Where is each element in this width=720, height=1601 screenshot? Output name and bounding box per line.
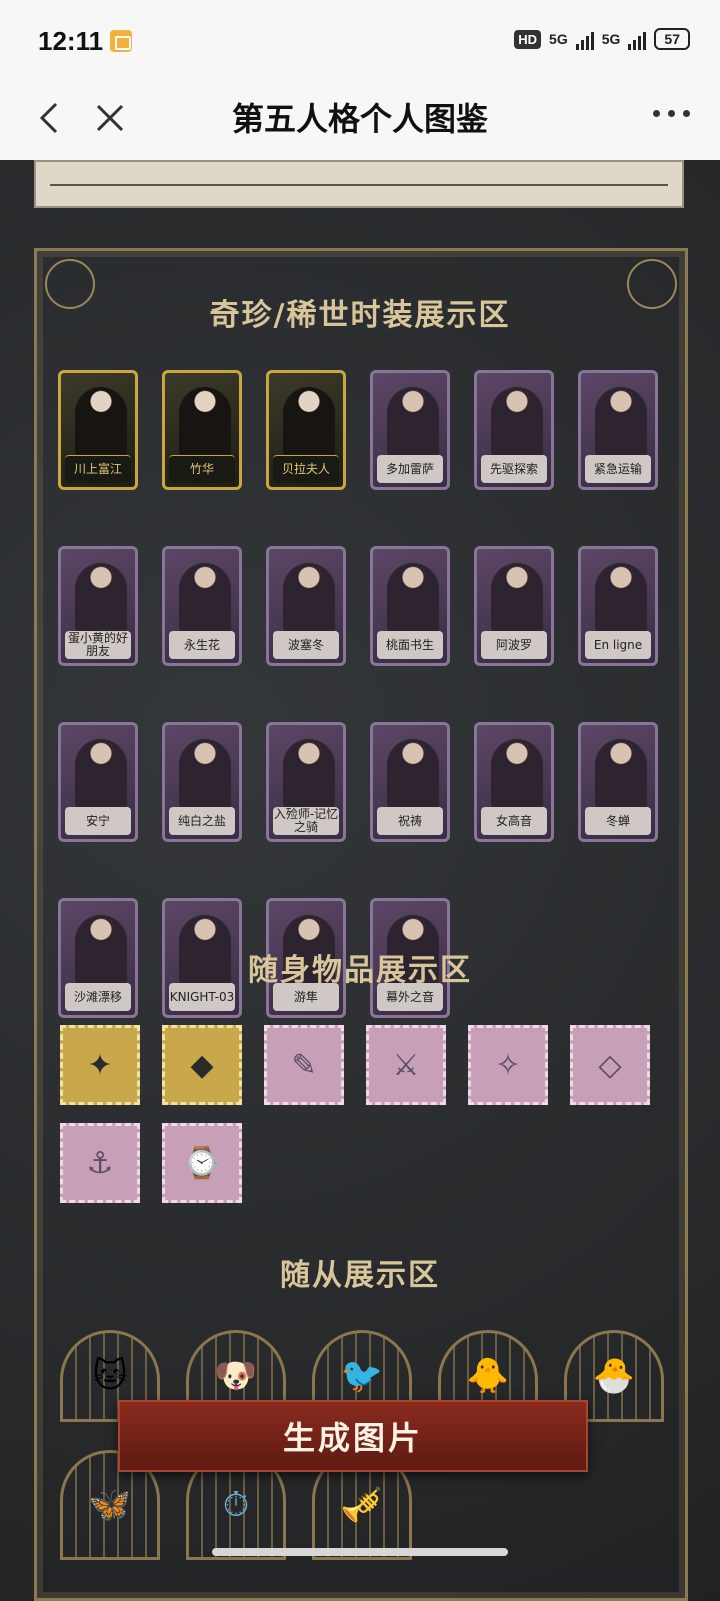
accessory-stamp-icon[interactable]: ⚔ (366, 1025, 446, 1105)
more-menu-icon[interactable] (653, 110, 690, 117)
costume-portrait (595, 563, 647, 635)
page-title: 第五人格个人图鉴 (231, 100, 488, 138)
costume-portrait (491, 739, 543, 811)
costume-name-label: 先驱探索 (481, 455, 547, 483)
costume-card[interactable]: 女高音 (474, 722, 554, 842)
costume-card[interactable]: 竹华 (162, 370, 242, 490)
accessory-stamp-icon[interactable]: ◆ (162, 1025, 242, 1105)
costume-portrait (75, 739, 127, 811)
costume-portrait (387, 563, 439, 635)
costume-grid: 川上富江 竹华 贝拉夫人 多加雷萨 先驱探索 紧急运输蛋小黄的好朋友 永生花 波塞冬 桃面书生 阿… (58, 370, 658, 1018)
items-grid: ✦ ◆ ✎ ⚔ ✧ ◇ ⚓ ⌚ (60, 1025, 650, 1203)
costume-portrait (179, 387, 231, 459)
home-indicator[interactable] (212, 1548, 508, 1556)
costume-portrait (75, 563, 127, 635)
costume-portrait (595, 739, 647, 811)
costume-card[interactable]: 阿波罗 (474, 546, 554, 666)
costume-card[interactable]: 冬蝉 (578, 722, 658, 842)
costume-card[interactable]: 先驱探索 (474, 370, 554, 490)
costume-card[interactable]: 紧急运输 (578, 370, 658, 490)
costume-name-label: 竹华 (169, 455, 235, 483)
costume-card[interactable]: 纯白之盐 (162, 722, 242, 842)
costume-card[interactable]: En ligne (578, 546, 658, 666)
generate-image-button[interactable]: 生成图片 (118, 1400, 588, 1472)
accessory-stamp-icon[interactable]: ✦ (60, 1025, 140, 1105)
accessory-stamp-icon[interactable]: ✧ (468, 1025, 548, 1105)
costume-portrait (179, 563, 231, 635)
costume-card[interactable]: 川上富江 (58, 370, 138, 490)
system-indicators: HD 5G 5G 57 (514, 28, 690, 50)
map-header-decoration (34, 160, 684, 208)
network-type-2: 5G (601, 31, 621, 47)
pets-section-title: 随从展示区 (280, 1258, 440, 1293)
network-type-1: 5G (549, 31, 568, 47)
costume-name-label: 女高音 (481, 807, 547, 835)
costume-name-label: 波塞冬 (273, 631, 339, 659)
accessory-stamp-icon[interactable]: ⌚ (162, 1123, 242, 1203)
costume-portrait (491, 563, 543, 635)
accessory-stamp-icon[interactable]: ⚓ (60, 1123, 140, 1203)
costume-portrait (75, 387, 127, 459)
items-section-title: 随身物品展示区 (248, 953, 472, 988)
costume-name-label: 冬蝉 (585, 807, 651, 835)
costume-portrait (387, 387, 439, 459)
costume-name-label: En ligne (585, 631, 651, 659)
status-bar: 12:11 HD 5G 5G 57 (0, 0, 720, 80)
clock: 12:11 (38, 26, 104, 56)
costume-card[interactable]: 波塞冬 (266, 546, 346, 666)
costume-name-label: 阿波罗 (481, 631, 547, 659)
costume-card[interactable]: 安宁 (58, 722, 138, 842)
signal-icon-1 (575, 28, 594, 50)
costume-name-label: 入殓师-记忆之骑 (273, 807, 339, 835)
costume-name-label: 祝祷 (377, 807, 443, 835)
costume-name-label: 紧急运输 (585, 455, 651, 483)
costume-portrait (283, 387, 335, 459)
costume-card[interactable]: 入殓师-记忆之骑 (266, 722, 346, 842)
costume-card[interactable]: 贝拉夫人 (266, 370, 346, 490)
battery-icon: 57 (654, 28, 690, 50)
costume-name-label: 桃面书生 (377, 631, 443, 659)
costume-portrait (491, 387, 543, 459)
costume-name-label: 川上富江 (65, 455, 131, 483)
costume-name-label: 蛋小黄的好朋友 (65, 631, 131, 659)
costume-card[interactable]: 祝祷 (370, 722, 450, 842)
costume-card[interactable]: 蛋小黄的好朋友 (58, 546, 138, 666)
costume-card[interactable]: 多加雷萨 (370, 370, 450, 490)
costume-card[interactable]: 桃面书生 (370, 546, 450, 666)
costume-card[interactable]: 永生花 (162, 546, 242, 666)
accessory-stamp-icon[interactable]: ◇ (570, 1025, 650, 1105)
costume-name-label: 安宁 (65, 807, 131, 835)
costume-name-label: 多加雷萨 (377, 455, 443, 483)
navigation-bar: 第五人格个人图鉴 (0, 80, 720, 160)
accessory-stamp-icon[interactable]: ✎ (264, 1025, 344, 1105)
costume-portrait (387, 739, 439, 811)
costume-name-label: 纯白之盐 (169, 807, 235, 835)
costume-portrait (283, 739, 335, 811)
gallery-content: 奇珍/稀世时装展示区 川上富江 竹华 贝拉夫人 多加雷萨 先驱探索 紧急运输蛋小黄的好朋友… (0, 160, 720, 1601)
notification-app-icon (110, 30, 132, 52)
signal-icon-2 (628, 28, 647, 50)
costume-name-label: 永生花 (169, 631, 235, 659)
costume-portrait (595, 387, 647, 459)
costumes-section-title: 奇珍/稀世时装展示区 (209, 298, 511, 333)
costume-portrait (283, 563, 335, 635)
costume-name-label: 贝拉夫人 (273, 455, 339, 483)
costume-portrait (179, 739, 231, 811)
hd-voice-icon: HD (514, 29, 542, 49)
